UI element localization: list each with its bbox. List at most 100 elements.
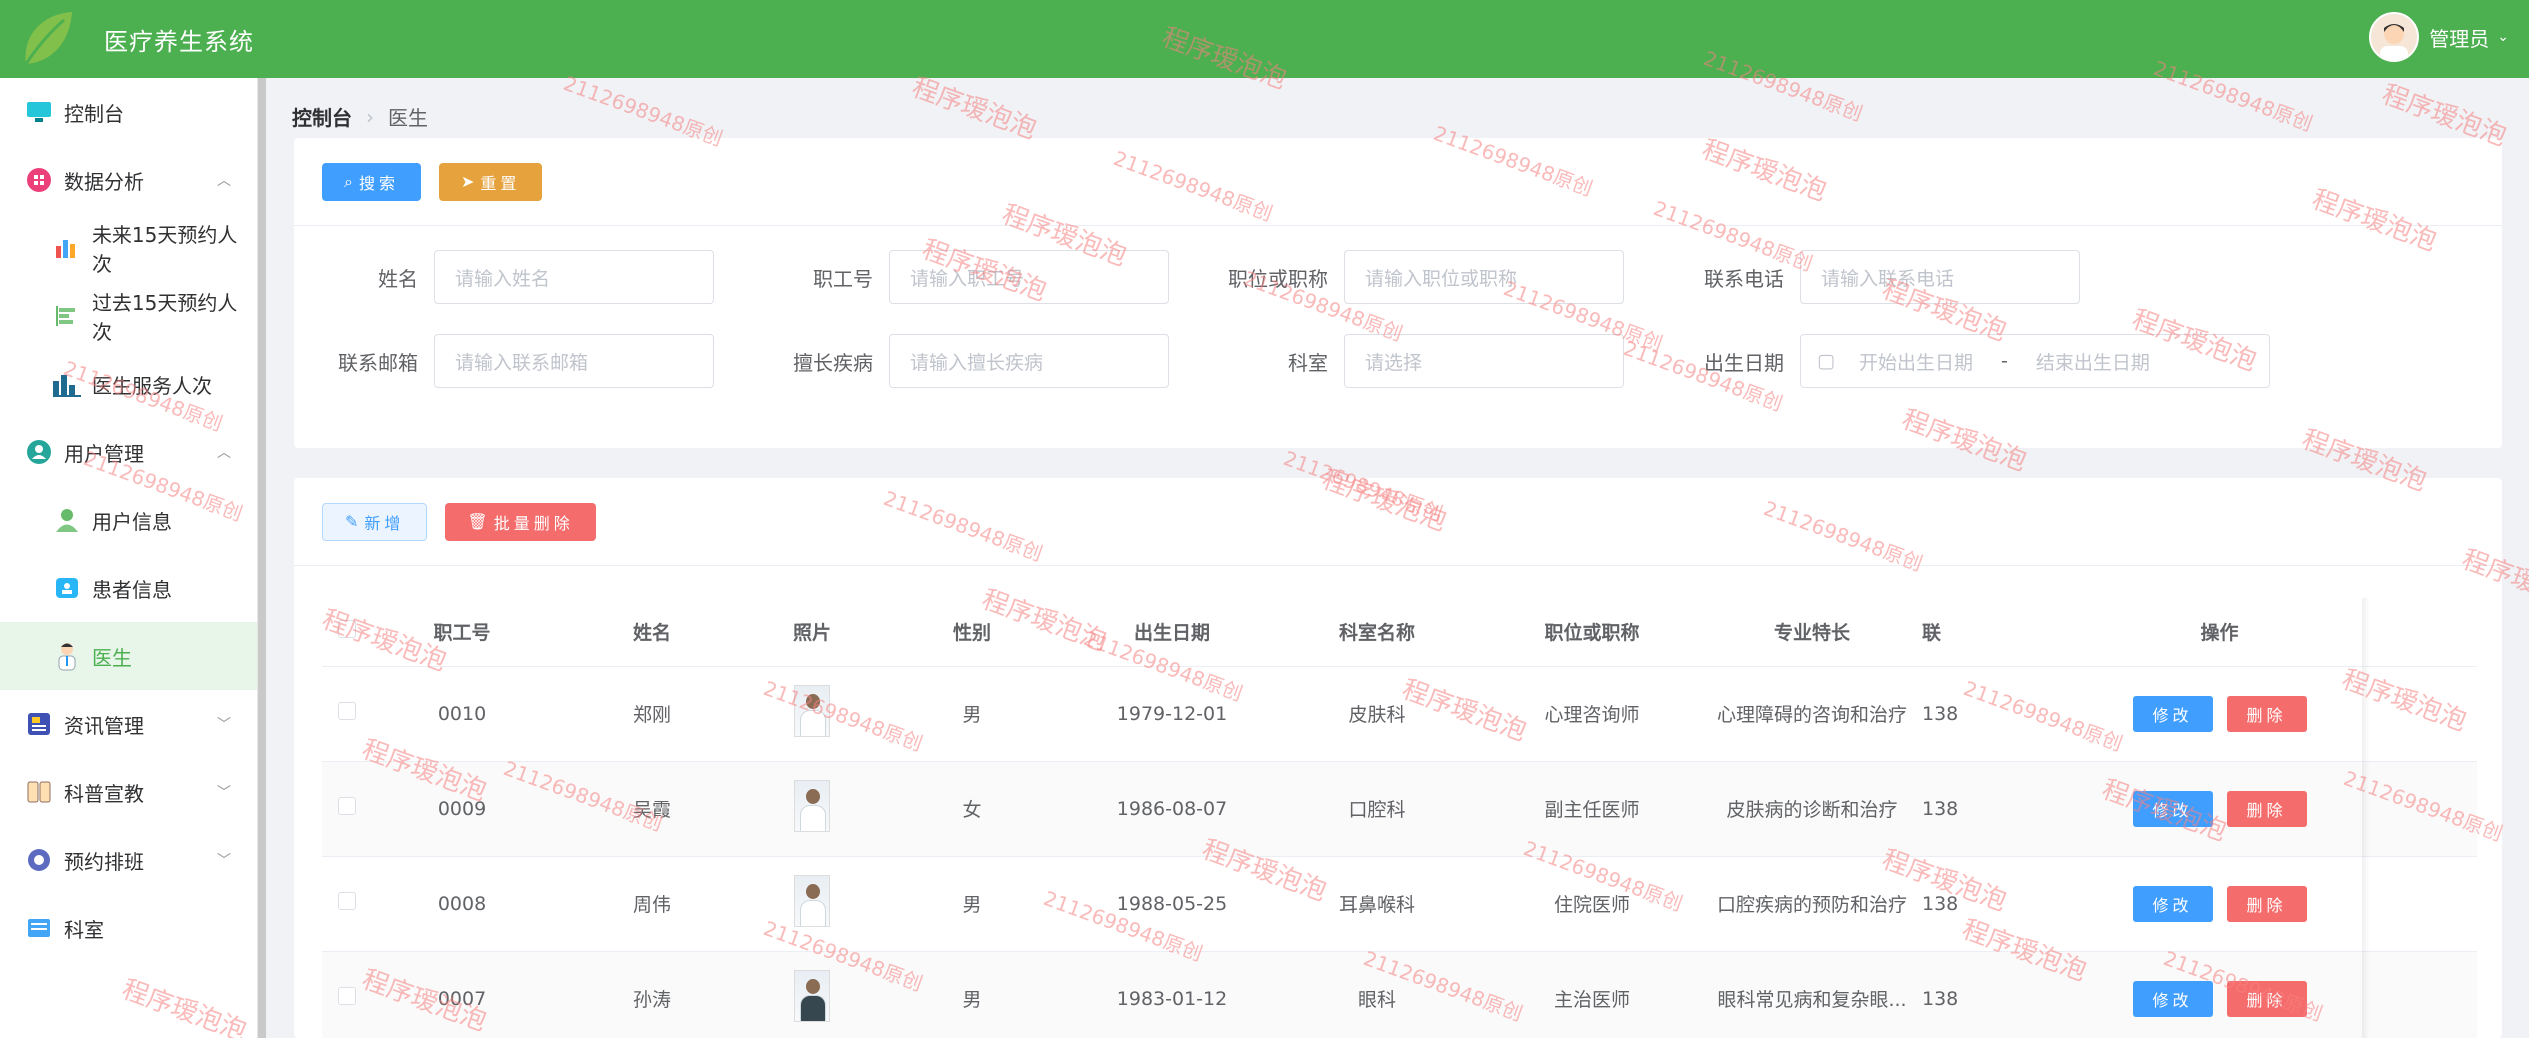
sidebar-item-schedule[interactable]: 预约排班 ﹀: [0, 826, 257, 894]
col-header: 出生日期: [1072, 598, 1272, 667]
search-panel: ⌕ 搜索 ➤ 重置 姓名 请输入姓名 职工号 请输入职工号 职位或职称 请输入职…: [294, 138, 2502, 448]
column-chart-icon: [52, 369, 82, 399]
sidebar-item-user-info[interactable]: 用户信息: [0, 486, 257, 554]
cell-birth: 1988-05-25: [1072, 856, 1272, 952]
cell-birth: 1983-01-12: [1072, 951, 1272, 1038]
cell-specialty: 眼科常见病和复杂眼...: [1702, 951, 1922, 1038]
doctor-icon: [52, 641, 82, 671]
cell-gender: 男: [872, 666, 1072, 762]
specialty-input[interactable]: 请输入擅长疾病: [889, 334, 1169, 388]
phone-label: 联系电话: [1704, 266, 1784, 291]
row-checkbox[interactable]: [322, 761, 372, 857]
form-row-specialty: 擅长疾病 请输入擅长疾病: [749, 334, 1169, 388]
birth-end[interactable]: 结束出生日期: [2036, 348, 2150, 375]
cell-staff-no: 0008: [372, 856, 552, 952]
user-icon: [52, 505, 82, 535]
id-card-icon: [52, 573, 82, 603]
col-header: 职位或职称: [1482, 598, 1702, 667]
row-checkbox[interactable]: [322, 951, 372, 1038]
leaf-logo-icon: [0, 0, 90, 78]
row-checkbox[interactable]: [322, 666, 372, 762]
avatar: [2369, 12, 2420, 62]
cell-actions: 修改 删除: [1962, 761, 2477, 857]
chevron-down-icon: ﹀: [217, 785, 231, 801]
edit-button[interactable]: 修改: [2132, 695, 2213, 732]
sidebar-item-past-appointments[interactable]: 过去15天预约人次: [0, 282, 257, 350]
cell-specialty: 心理障碍的咨询和治疗: [1702, 666, 1922, 762]
col-header: 操作: [1962, 598, 2477, 667]
cell-dept: 皮肤科: [1272, 666, 1482, 762]
doctor-photo[interactable]: [752, 666, 872, 762]
edit-button[interactable]: 修改: [2132, 790, 2213, 827]
main-content: 控制台 › 医生 ⌕ 搜索 ➤ 重置 姓名 请输入姓名 职工号 请输入职工号 职…: [266, 78, 2529, 1038]
cell-birth: 1979-12-01: [1072, 666, 1272, 762]
chevron-up-icon: ︿: [217, 173, 231, 189]
sidebar-item-future-appointments[interactable]: 未来15天预约人次: [0, 214, 257, 282]
range-separator: -: [2000, 350, 2008, 372]
delete-button[interactable]: 删除: [2226, 885, 2307, 922]
cell-phone: 138: [1922, 856, 1962, 952]
cell-phone: 138: [1922, 761, 1962, 857]
fixed-column-shadow: [2362, 598, 2370, 1038]
chevron-down-icon: ⌄: [2497, 29, 2509, 45]
sidebar-item-dashboard[interactable]: 控制台: [0, 78, 257, 146]
doctor-photo[interactable]: [752, 951, 872, 1038]
cell-specialty: 口腔疾病的预防和治疗: [1702, 856, 1922, 952]
edit-button[interactable]: 修改: [2132, 980, 2213, 1017]
birth-date-range[interactable]: ▢ 开始出生日期 - 结束出生日期: [1800, 334, 2270, 388]
cell-name: 孙涛: [552, 951, 752, 1038]
add-button[interactable]: ✎ 新增: [322, 502, 428, 541]
sidebar-item-data-analysis[interactable]: 数据分析 ︿: [0, 146, 257, 214]
sidebar-item-user-management[interactable]: 用户管理 ︿: [0, 418, 257, 486]
edit-button[interactable]: 修改: [2132, 885, 2213, 922]
search-button[interactable]: ⌕ 搜索: [322, 162, 421, 201]
email-input[interactable]: 请输入联系邮箱: [434, 334, 714, 388]
user-menu[interactable]: 管理员 ⌄: [2369, 12, 2509, 62]
staff-no-input[interactable]: 请输入职工号: [889, 250, 1169, 304]
breadcrumb-root[interactable]: 控制台: [292, 102, 352, 131]
name-input[interactable]: 请输入姓名: [434, 250, 714, 304]
gear-icon: [24, 845, 54, 875]
sidebar-item-education[interactable]: 科普宣教 ﹀: [0, 758, 257, 826]
sidebar-item-department[interactable]: 科室: [0, 894, 257, 962]
cell-title: 心理咨询师: [1482, 666, 1702, 762]
sidebar-item-doctor[interactable]: 医生: [0, 622, 257, 690]
doctor-photo[interactable]: [752, 856, 872, 952]
cell-dept: 口腔科: [1272, 761, 1482, 857]
delete-button[interactable]: 删除: [2226, 790, 2307, 827]
form-row-email: 联系邮箱 请输入联系邮箱: [294, 334, 714, 388]
sidebar-item-news[interactable]: 资讯管理 ﹀: [0, 690, 257, 758]
title-label: 职位或职称: [1228, 266, 1328, 291]
app-title: 医疗养生系统: [104, 27, 254, 56]
cell-staff-no: 0007: [372, 951, 552, 1038]
sidebar-item-doctor-services[interactable]: 医生服务人次: [0, 350, 257, 418]
staff-no-label: 职工号: [813, 266, 873, 291]
trash-icon: 🗑: [467, 512, 488, 531]
breadcrumb: 控制台 › 医生: [292, 102, 428, 131]
send-icon: ➤: [460, 172, 475, 191]
delete-button[interactable]: 删除: [2226, 695, 2307, 732]
edit-icon: ✎: [345, 512, 359, 531]
batch-delete-button[interactable]: 🗑 批量删除: [445, 502, 596, 541]
title-input[interactable]: 请输入职位或职称: [1344, 250, 1624, 304]
reset-button[interactable]: ➤ 重置: [438, 162, 543, 201]
birth-start[interactable]: 开始出生日期: [1859, 348, 1973, 375]
doctor-photo[interactable]: [752, 761, 872, 857]
chevron-down-icon: ﹀: [217, 853, 231, 869]
chevron-right-icon: ›: [366, 104, 374, 129]
select-all-checkbox[interactable]: [322, 598, 372, 667]
department-select[interactable]: 请选择: [1344, 334, 1624, 388]
cell-staff-no: 0009: [372, 761, 552, 857]
sidebar-item-patient-info[interactable]: 患者信息: [0, 554, 257, 622]
cell-name: 吴霞: [552, 761, 752, 857]
sidebar-scrollbar[interactable]: [258, 78, 266, 1038]
delete-button[interactable]: 删除: [2226, 980, 2307, 1017]
row-checkbox[interactable]: [322, 856, 372, 952]
phone-input[interactable]: 请输入联系电话: [1800, 250, 2080, 304]
cell-name: 周伟: [552, 856, 752, 952]
cell-birth: 1986-08-07: [1072, 761, 1272, 857]
table-panel: ✎ 新增 🗑 批量删除 职工号 姓名 照片 性别 出生日期 科室名称 职位或职称…: [294, 478, 2502, 1038]
cell-title: 主治医师: [1482, 951, 1702, 1038]
form-row-department: 科室 请选择: [1204, 334, 1624, 388]
birth-label: 出生日期: [1704, 350, 1784, 375]
